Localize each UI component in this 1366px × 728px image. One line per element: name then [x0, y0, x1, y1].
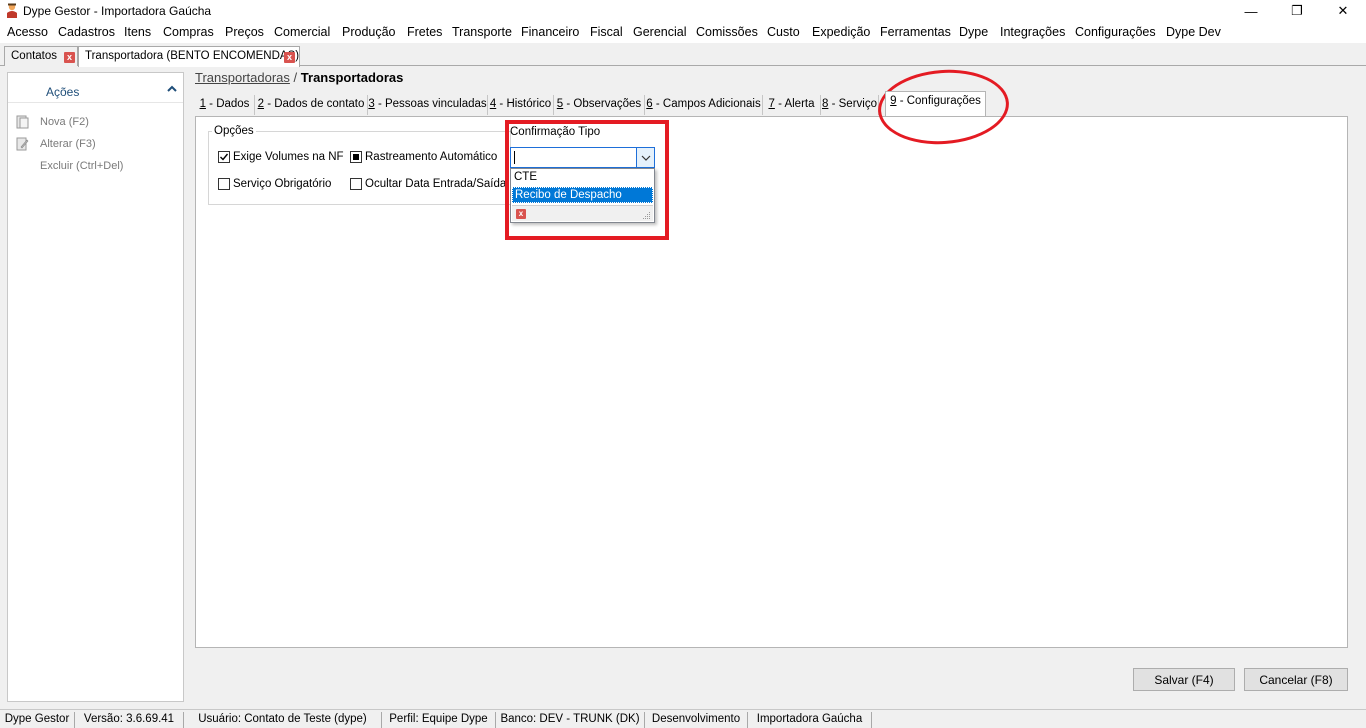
tab-alerta[interactable]: 7 - Alerta	[763, 95, 821, 115]
actions-title: Ações	[46, 85, 80, 99]
menu-dype-dev[interactable]: Dype Dev	[1166, 25, 1221, 39]
status-profile: Perfil: Equipe Dype	[382, 712, 496, 728]
edit-document-icon	[16, 137, 29, 151]
menu-expedicao[interactable]: Expedição	[812, 25, 870, 39]
restore-button[interactable]: ❐	[1274, 0, 1320, 22]
servico-obrigatorio-label[interactable]: Serviço Obrigatório	[233, 178, 331, 190]
menu-itens[interactable]: Itens	[124, 25, 151, 39]
menu-acesso[interactable]: Acesso	[7, 25, 48, 39]
menu-ferramentas[interactable]: Ferramentas	[880, 25, 951, 39]
menu-configuracoes[interactable]: Configurações	[1075, 25, 1156, 39]
action-alterar[interactable]: Alterar (F3)	[40, 138, 96, 150]
chevron-up-icon[interactable]	[165, 82, 179, 96]
minimize-button[interactable]: —	[1228, 0, 1274, 22]
status-version: Versão: 3.6.69.41	[75, 712, 184, 728]
rastreamento-checkbox[interactable]	[350, 151, 362, 163]
actions-sidebar: Ações Nova (F2) Alterar (F3) Excluir (Ct…	[7, 72, 184, 702]
doc-tab-contatos[interactable]: Contatos x	[4, 46, 78, 66]
menu-dype[interactable]: Dype	[959, 25, 988, 39]
status-user: Usuário: Contato de Teste (dype)	[184, 712, 382, 728]
rastreamento-label[interactable]: Rastreamento Automático	[365, 151, 497, 163]
breadcrumb-separator: /	[293, 70, 298, 85]
exige-volumes-checkbox[interactable]	[218, 151, 230, 163]
cancel-button[interactable]: Cancelar (F8)	[1244, 668, 1348, 691]
status-environment: Desenvolvimento	[645, 712, 748, 728]
menu-comissoes[interactable]: Comissões	[696, 25, 758, 39]
page-title: Transportadoras	[300, 70, 404, 85]
action-excluir[interactable]: Excluir (Ctrl+Del)	[40, 160, 123, 172]
tab-historico[interactable]: 4 - Histórico	[488, 95, 554, 115]
actions-header[interactable]: Ações	[8, 73, 183, 103]
menu-cadastros[interactable]: Cadastros	[58, 25, 115, 39]
ocultar-data-checkbox[interactable]	[350, 178, 362, 190]
close-window-button[interactable]: ✕	[1320, 0, 1366, 22]
doc-tab-transportadora[interactable]: Transportadora (BENTO ENCOMENDAS) x	[78, 46, 300, 67]
menu-transporte[interactable]: Transporte	[452, 25, 512, 39]
tab-pessoas-vinculadas[interactable]: 3 - Pessoas vinculadas	[368, 95, 488, 115]
action-nova[interactable]: Nova (F2)	[40, 116, 89, 128]
window-title: Dype Gestor - Importadora Gaúcha	[23, 4, 212, 18]
checkmark-icon	[220, 153, 229, 161]
tab-dados-contato[interactable]: 2 - Dados de contato	[255, 95, 368, 115]
status-company: Importadora Gaúcha	[748, 712, 872, 728]
new-document-icon	[16, 115, 29, 129]
menu-precos[interactable]: Preços	[225, 25, 264, 39]
close-tab-icon[interactable]: x	[64, 52, 75, 63]
status-app: Dype Gestor	[0, 712, 75, 728]
menu-gerencial[interactable]: Gerencial	[633, 25, 687, 39]
tab-campos-adicionais[interactable]: 6 - Campos Adicionais	[645, 95, 763, 115]
breadcrumb: Transportadoras / Transportadoras	[195, 70, 403, 85]
doc-tab-label: Contatos	[11, 50, 58, 62]
menu-integracoes[interactable]: Integrações	[1000, 25, 1065, 39]
menu-producao[interactable]: Produção	[342, 25, 396, 39]
menu-bar: Acesso Cadastros Itens Compras Preços Co…	[0, 22, 1366, 43]
title-bar: Dype Gestor - Importadora Gaúcha — ❐ ✕	[0, 0, 1366, 22]
status-bar: Dype Gestor Versão: 3.6.69.41 Usuário: C…	[0, 709, 1366, 728]
breadcrumb-parent-link[interactable]: Transportadoras	[195, 70, 290, 85]
indeterminate-mark	[353, 154, 359, 160]
doc-tab-label: Transportadora (BENTO ENCOMENDAS)	[85, 50, 300, 62]
tab-observacoes[interactable]: 5 - Observações	[554, 95, 645, 115]
menu-financeiro[interactable]: Financeiro	[521, 25, 579, 39]
options-group	[208, 131, 511, 205]
menu-comercial[interactable]: Comercial	[274, 25, 330, 39]
menu-fiscal[interactable]: Fiscal	[590, 25, 623, 39]
save-button[interactable]: Salvar (F4)	[1133, 668, 1235, 691]
menu-fretes[interactable]: Fretes	[407, 25, 442, 39]
options-group-title: Opções	[212, 125, 256, 137]
exige-volumes-label[interactable]: Exige Volumes na NF	[233, 151, 344, 163]
status-database: Banco: DEV - TRUNK (DK)	[496, 712, 645, 728]
menu-custo[interactable]: Custo	[767, 25, 800, 39]
app-logo-icon	[7, 3, 17, 18]
close-tab-icon[interactable]: x	[284, 52, 295, 63]
tab-configuracoes[interactable]: 9 - Configurações	[885, 91, 986, 116]
tab-dados[interactable]: 1 - Dados	[195, 95, 255, 115]
menu-compras[interactable]: Compras	[163, 25, 214, 39]
servico-obrigatorio-checkbox[interactable]	[218, 178, 230, 190]
tab-servico[interactable]: 8 - Serviço	[821, 95, 879, 115]
annotation-highlight-box	[505, 120, 669, 240]
document-tab-strip: Contatos x Transportadora (BENTO ENCOMEN…	[0, 45, 1366, 67]
ocultar-data-label[interactable]: Ocultar Data Entrada/Saída	[365, 178, 506, 190]
